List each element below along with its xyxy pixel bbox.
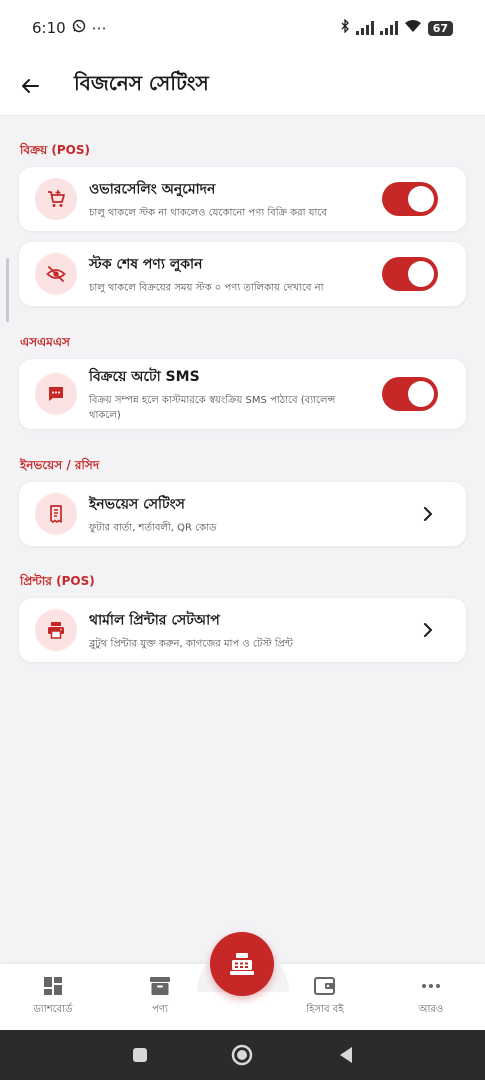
signal-icon [379, 21, 398, 35]
message-icon [35, 373, 77, 415]
overselling-toggle[interactable] [382, 182, 438, 216]
section-label-printer: প্রিন্টার (POS) [20, 574, 95, 588]
system-nav-bar [0, 1030, 485, 1080]
status-bar: 6:10 ⋯ 67 [0, 0, 485, 56]
battery-icon: 67 [427, 20, 453, 36]
whatsapp-icon [72, 19, 86, 37]
nav-label: পণ্য [152, 1003, 168, 1015]
eye-off-icon [35, 253, 77, 295]
chevron-right-icon [422, 622, 434, 638]
auto-sms-toggle[interactable] [382, 377, 438, 411]
printer-icon [35, 609, 77, 651]
setting-subtitle: ফুটার বার্তা, শর্তাবলী, QR কোড [89, 522, 217, 534]
arrow-left-icon [22, 78, 39, 93]
setting-title: বিক্রয়ে অটো SMS [89, 369, 200, 385]
setting-hide-out-of-stock[interactable]: স্টক শেষ পণ্য লুকান চালু থাকলে বিক্রয়ের… [18, 241, 467, 307]
receipt-icon [35, 493, 77, 535]
setting-title: ওভারসেলিং অনুমোদন [89, 181, 216, 198]
setting-invoice[interactable]: ইনভয়েস সেটিংস ফুটার বার্তা, শর্তাবলী, Q… [18, 481, 467, 547]
app-bar: বিজনেস সেটিংস [0, 56, 485, 116]
section-label-sales: বিক্রয় (POS) [20, 143, 90, 157]
cash-register-icon [230, 953, 254, 975]
status-time: 6:10 [32, 19, 66, 37]
triangle-back-icon [340, 1047, 352, 1063]
nav-item-dashboard[interactable]: ড্যাশবোর্ড [8, 964, 98, 1030]
nav-item-products[interactable]: পণ্য [115, 964, 205, 1030]
circle-icon [231, 1044, 253, 1066]
page-title: বিজনেস সেটিংস [74, 71, 209, 95]
setting-subtitle: বিক্রয় সম্পন্ন হলে কাস্টমারকে স্বয়ংক্র… [89, 395, 336, 421]
nav-label: হিসাব বই [306, 1003, 344, 1015]
nav-item-accounts[interactable]: হিসাব বই [280, 964, 370, 1030]
nav-label: ড্যাশবোর্ড [33, 1003, 73, 1015]
setting-title: স্টক শেষ পণ্য লুকান [89, 256, 203, 273]
status-more: ⋯ [91, 19, 107, 37]
setting-subtitle: চালু থাকলে বিক্রয়ের সময় স্টক ০ পণ্য তা… [89, 282, 324, 294]
setting-overselling[interactable]: ওভারসেলিং অনুমোদন চালু থাকলে স্টক না থাক… [18, 166, 467, 232]
pos-fab-button[interactable] [210, 932, 274, 996]
wallet-icon [314, 976, 335, 995]
square-icon [133, 1048, 147, 1062]
back-nav-button[interactable] [334, 1043, 358, 1067]
setting-auto-sms[interactable]: বিক্রয়ে অটো SMS বিক্রয় সম্পন্ন হলে কাস… [18, 358, 467, 430]
chevron-right-icon [422, 506, 434, 522]
setting-thermal-printer[interactable]: থার্মাল প্রিন্টার সেটআপ ব্লুটুথ প্রিন্টা… [18, 597, 467, 663]
cart-icon [35, 178, 77, 220]
hide-out-of-stock-toggle[interactable] [382, 257, 438, 291]
setting-title: ইনভয়েস সেটিংস [89, 496, 185, 513]
dashboard-icon [44, 976, 62, 995]
wifi-icon [404, 19, 422, 37]
nav-label: আরও [418, 1003, 444, 1015]
recents-button[interactable] [128, 1043, 152, 1067]
setting-subtitle: চালু থাকলে স্টক না থাকলেও যেকোনো পণ্য বি… [89, 207, 327, 219]
section-label-sms: এসএমএস [20, 335, 70, 349]
setting-subtitle: ব্লুটুথ প্রিন্টার যুক্ত করুন, কাগজের মাপ… [89, 638, 293, 650]
signal-icon [355, 21, 374, 35]
home-button[interactable] [230, 1043, 254, 1067]
more-icon [422, 983, 440, 988]
bluetooth-icon [340, 18, 350, 37]
archive-icon [150, 976, 170, 995]
scroll-indicator[interactable] [6, 258, 9, 322]
setting-title: থার্মাল প্রিন্টার সেটআপ [89, 612, 220, 629]
nav-item-more[interactable]: আরও [386, 964, 476, 1030]
back-button[interactable] [0, 56, 60, 116]
section-label-invoice: ইনভয়েস / রসিদ [20, 458, 100, 472]
